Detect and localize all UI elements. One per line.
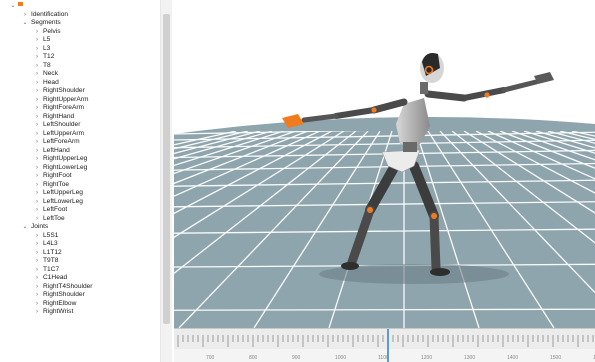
- tree-item-label: LeftHand: [43, 146, 70, 154]
- tree-item-label: Identification: [31, 10, 69, 18]
- tree-item-label: Neck: [43, 70, 59, 77]
- tree-item-label: T8: [43, 61, 51, 69]
- timeline-frame-label: 900: [292, 355, 301, 361]
- tree-item-label: T1C7: [43, 265, 60, 273]
- tree-item-label: RightUpperLeg: [43, 155, 88, 162]
- expand-chevron-icon[interactable]: ⌄: [22, 223, 28, 232]
- floor-plane: [174, 116, 595, 328]
- tree-item-joint[interactable]: › RightWrist: [34, 307, 73, 316]
- tree-item-label: LeftUpperArm: [43, 129, 85, 137]
- collapse-chevron-icon[interactable]: ›: [34, 308, 40, 317]
- tree-item-label: RightHand: [43, 112, 75, 120]
- tree-item-label: Segments: [31, 19, 61, 26]
- tree-item-label: T12: [43, 53, 55, 60]
- timeline-frame-label: 1300: [464, 355, 475, 361]
- tree-item-label: LeftShoulder: [43, 121, 81, 128]
- timeline-frame-label: 800: [249, 355, 258, 361]
- tree-item-label: RightT4Shoulder: [43, 282, 93, 290]
- tree-item-label: Head: [43, 78, 59, 86]
- timeline-frame-label: 1100: [378, 355, 389, 361]
- tree-item-label: LeftToe: [43, 214, 65, 222]
- tree-item-label: RightShoulder: [43, 291, 85, 298]
- tree-item-label: RightToe: [43, 180, 70, 188]
- expand-chevron-icon[interactable]: ⌄: [22, 19, 28, 28]
- tree-item-label: RightWrist: [43, 308, 74, 315]
- segment-tree[interactable]: ⌄ › Identification ⌄ Segments › Pelvis › L5 › L3 › T…: [0, 0, 160, 362]
- timeline-frame-label: 1400: [507, 355, 518, 361]
- timeline-labels: 7008009001000110012001300140015001600: [206, 355, 595, 361]
- tree-item-label: L5: [43, 36, 51, 43]
- 3d-viewport[interactable]: [174, 6, 595, 328]
- tree-item-label: LeftLowerLeg: [43, 197, 83, 205]
- tree-item-label: T9T8: [43, 257, 59, 264]
- scrollbar-thumb[interactable]: [163, 14, 170, 324]
- expand-chevron-icon[interactable]: ⌄: [10, 2, 16, 11]
- tree-item-label: L5S1: [43, 231, 59, 239]
- tree-item-label: RightShoulder: [43, 87, 85, 94]
- tree-item-label: LeftForeArm: [43, 138, 80, 145]
- timeline-frame-label: 1000: [335, 355, 346, 361]
- tree-item-label: LeftFoot: [43, 206, 68, 213]
- tree-item-label: L3: [43, 44, 51, 52]
- tree-item-label: Joints: [31, 223, 49, 230]
- timeline-frame-label: 1200: [421, 355, 432, 361]
- tree-item-label: RightFoot: [43, 172, 72, 179]
- timeline-frame-label: 1500: [550, 355, 561, 361]
- tree-item-label: L1T12: [43, 248, 62, 256]
- tree-item-label: C1Head: [43, 274, 68, 281]
- timeline-track: [174, 329, 595, 349]
- timeline-frame-label: 700: [206, 355, 215, 361]
- tree-item-label: LeftUpperLeg: [43, 189, 83, 196]
- tree-item-label: Pelvis: [43, 27, 61, 35]
- timeline-scrubber[interactable]: 7008009001000110012001300140015001600: [174, 328, 595, 362]
- tree-item-label: L4L3: [43, 240, 58, 247]
- model-icon: [18, 2, 23, 6]
- tree-item-label: RightForeArm: [43, 104, 85, 111]
- tree-scrollbar[interactable]: [160, 0, 172, 362]
- tree-item-label: RightUpperArm: [43, 95, 89, 103]
- tree-item-label: RightElbow: [43, 299, 77, 307]
- tree-item-label: RightLowerLeg: [43, 163, 88, 171]
